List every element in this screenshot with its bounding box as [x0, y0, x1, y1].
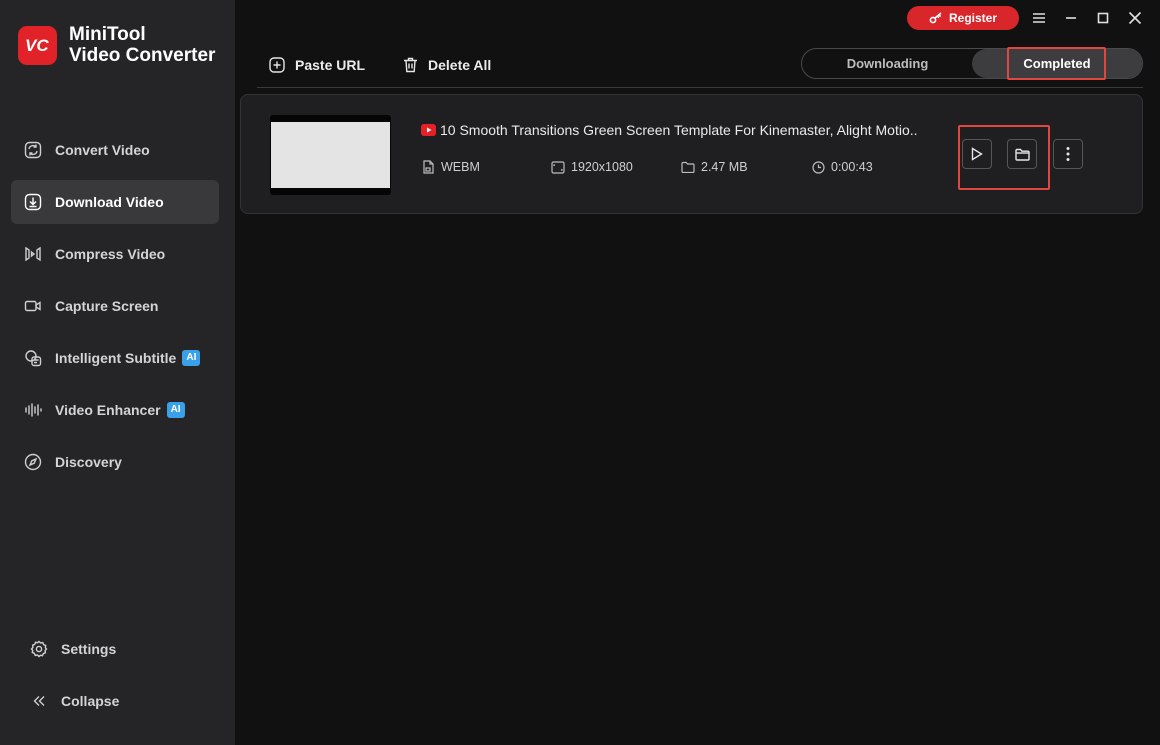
sidebar-item-video-enhancer[interactable]: Video Enhancer AI: [11, 388, 219, 432]
register-label: Register: [948, 11, 998, 25]
sidebar-item-label: Convert Video: [55, 142, 150, 158]
close-icon: [1128, 11, 1142, 25]
play-icon: [971, 147, 983, 161]
download-icon: [23, 192, 43, 212]
delete-all-button[interactable]: Delete All: [403, 55, 491, 75]
sidebar-item-convert-video[interactable]: Convert Video: [11, 128, 219, 172]
sidebar-item-label: Discovery: [55, 454, 122, 470]
sidebar-item-compress-video[interactable]: Compress Video: [11, 232, 219, 276]
sidebar-item-discovery[interactable]: Discovery: [11, 440, 219, 484]
format-value: WEBM: [441, 160, 480, 174]
app-name-line2: Video Converter: [69, 45, 216, 66]
trash-icon: [403, 57, 418, 73]
toolbar-divider: [257, 87, 1143, 88]
tab-completed[interactable]: Completed: [972, 49, 1142, 78]
more-options-button[interactable]: [1053, 139, 1083, 169]
file-icon: [422, 160, 435, 174]
sidebar-item-label: Video Enhancer: [55, 402, 161, 418]
register-button[interactable]: Register: [907, 6, 1019, 30]
folder-icon: [1014, 148, 1030, 161]
close-button[interactable]: [1124, 8, 1146, 28]
app-brand: VC MiniTool Video Converter: [18, 24, 215, 66]
double-chevron-left-icon: [28, 690, 50, 712]
sidebar-bottom: Settings Collapse: [28, 632, 119, 736]
sidebar-nav: Convert Video Download Video Compress Vi…: [11, 128, 219, 492]
compass-icon: [23, 452, 43, 472]
menu-button[interactable]: [1028, 8, 1050, 28]
gear-icon: [28, 638, 50, 660]
duration-value: 0:00:43: [831, 160, 873, 174]
sidebar-item-capture-screen[interactable]: Capture Screen: [11, 284, 219, 328]
download-status-tabs: Downloading Completed: [801, 48, 1143, 79]
open-folder-button[interactable]: [1007, 139, 1037, 169]
maximize-button[interactable]: [1092, 8, 1114, 28]
folder-icon: [681, 161, 695, 173]
collapse-label: Collapse: [61, 693, 120, 709]
sidebar: VC MiniTool Video Converter Convert Vide…: [0, 0, 235, 745]
download-item: 10 Smooth Transitions Green Screen Templ…: [240, 94, 1143, 214]
hamburger-icon: [1033, 13, 1045, 23]
tab-downloading[interactable]: Downloading: [802, 49, 973, 78]
more-vertical-icon: [1066, 147, 1070, 161]
settings-label: Settings: [61, 641, 117, 657]
compress-icon: [23, 244, 43, 264]
paste-url-button[interactable]: Paste URL: [269, 55, 365, 75]
video-title-text: 10 Smooth Transitions Green Screen Templ…: [440, 122, 918, 138]
minimize-icon: [1066, 17, 1076, 19]
app-name: MiniTool Video Converter: [69, 24, 215, 66]
sidebar-item-label: Intelligent Subtitle: [55, 350, 177, 366]
ai-badge: AI: [182, 350, 201, 366]
collapse-button[interactable]: Collapse: [28, 684, 119, 718]
maximize-icon: [1097, 12, 1109, 24]
video-title: 10 Smooth Transitions Green Screen Templ…: [421, 122, 961, 138]
paste-url-label: Paste URL: [295, 57, 366, 73]
svg-text:VC: VC: [25, 36, 49, 55]
subtitle-icon: [23, 348, 43, 368]
video-format: WEBM: [422, 160, 480, 174]
resolution-icon: [551, 160, 565, 174]
video-resolution: 1920x1080: [551, 160, 633, 174]
ai-badge: AI: [166, 402, 185, 418]
key-icon: [929, 12, 942, 24]
delete-all-label: Delete All: [428, 57, 492, 73]
clock-icon: [812, 160, 825, 174]
vc-logo-icon: VC: [25, 36, 49, 55]
camera-icon: [23, 296, 43, 316]
minimize-button[interactable]: [1060, 8, 1082, 28]
sidebar-item-label: Download Video: [55, 194, 164, 210]
sidebar-item-label: Capture Screen: [55, 298, 159, 314]
sidebar-item-download-video[interactable]: Download Video: [11, 180, 219, 224]
sidebar-item-intelligent-subtitle[interactable]: Intelligent Subtitle AI: [11, 336, 219, 380]
youtube-icon: [421, 124, 436, 136]
app-name-line1: MiniTool: [69, 24, 146, 45]
video-size: 2.47 MB: [681, 160, 748, 174]
app-logo: VC: [18, 25, 57, 65]
plus-square-icon: [269, 57, 285, 73]
resolution-value: 1920x1080: [571, 160, 633, 174]
sidebar-item-label: Compress Video: [55, 246, 166, 262]
thumbnail-image: [271, 122, 390, 188]
enhancer-icon: [23, 400, 43, 420]
settings-button[interactable]: Settings: [28, 632, 119, 666]
size-value: 2.47 MB: [701, 160, 748, 174]
convert-icon: [23, 140, 43, 160]
video-duration: 0:00:43: [812, 160, 873, 174]
video-thumbnail[interactable]: [270, 115, 391, 195]
play-button[interactable]: [962, 139, 992, 169]
